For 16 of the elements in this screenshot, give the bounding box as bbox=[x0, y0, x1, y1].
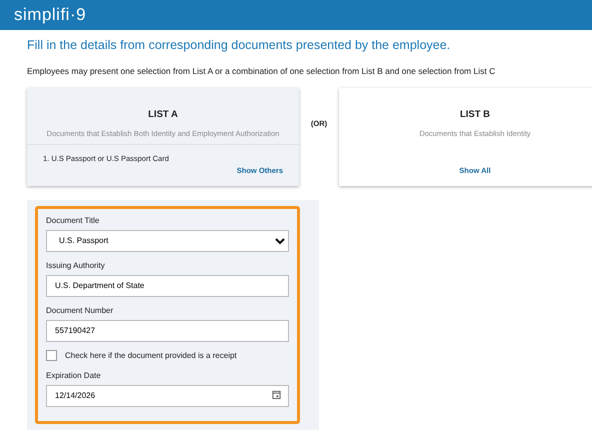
field-label: Document Title bbox=[46, 214, 100, 226]
checkbox-label: Check here if the document provided is a receipt bbox=[65, 350, 237, 362]
page-title: Fill in the details from corresponding documents presented by the employee. bbox=[27, 37, 452, 54]
instruction-text: Employees may present one selection from List A or a combination of one selection from List B and one selection from List C bbox=[27, 64, 496, 78]
field-label: Document Number bbox=[46, 304, 114, 316]
date-field[interactable]: 12/14/2026 bbox=[46, 384, 289, 406]
logo: simplifi·9 bbox=[14, 4, 86, 26]
field-label: Issuing Authority bbox=[46, 260, 106, 272]
card-title: LIST A bbox=[147, 108, 179, 122]
calendar-icon[interactable] bbox=[272, 390, 281, 398]
field-label: Expiration Date bbox=[46, 370, 102, 382]
document-title-select[interactable]: U.S. Passport bbox=[46, 230, 289, 252]
input-field[interactable]: 557190427 bbox=[46, 320, 289, 342]
checkbox[interactable] bbox=[46, 350, 57, 361]
input-field[interactable]: U.S. Department of State bbox=[46, 274, 289, 296]
card-title: LIST B bbox=[458, 108, 492, 122]
